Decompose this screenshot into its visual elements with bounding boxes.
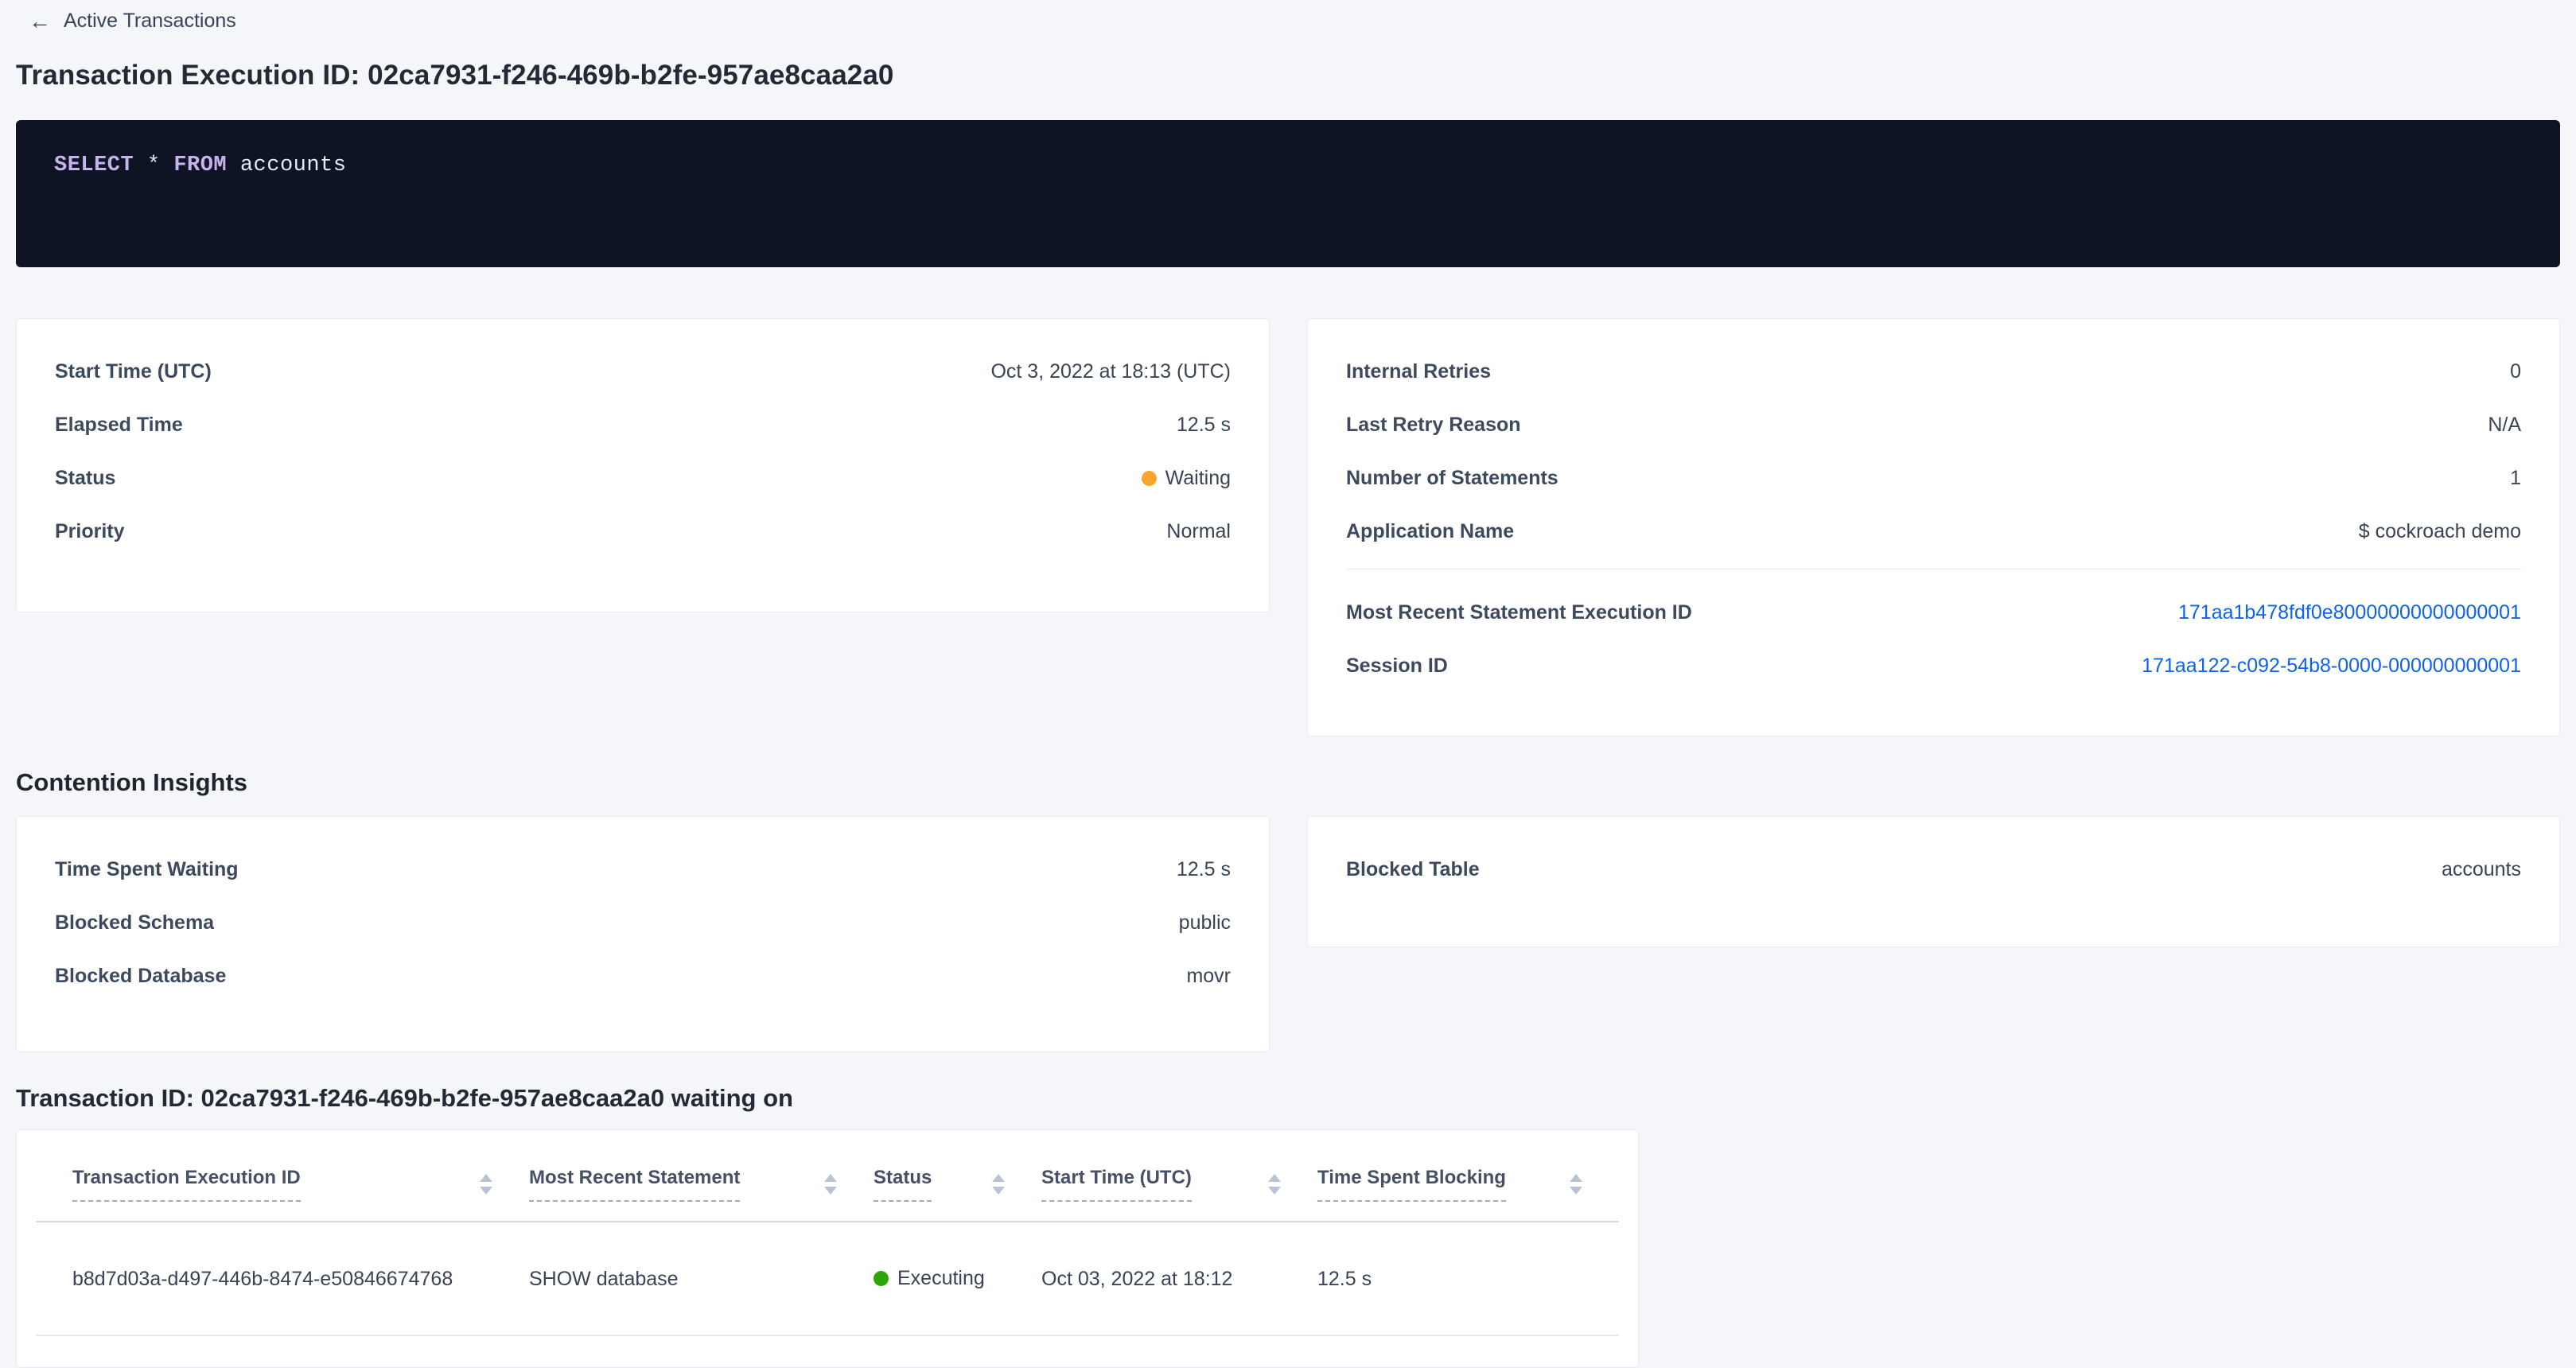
column-header-most-recent-statement[interactable]: Most Recent Statement (529, 1130, 874, 1222)
summary-row-elapsed-time: Elapsed Time 12.5 s (55, 409, 1231, 441)
summary-row-session-id: Session ID 171aa122-c092-54b8-0000-00000… (1346, 650, 2521, 682)
summary-cards-row: Start Time (UTC) Oct 3, 2022 at 18:13 (U… (16, 318, 2560, 736)
column-header-label: Status (874, 1167, 932, 1202)
cell-transaction-execution-id: b8d7d03a-d497-446b-8474-e50846674768 (36, 1222, 529, 1335)
contention-row-blocked-database: Blocked Database movr (55, 960, 1231, 992)
column-header-label: Start Time (UTC) (1041, 1167, 1192, 1202)
sql-keyword-select: SELECT (54, 154, 134, 177)
waiting-on-heading: Transaction ID: 02ca7931-f246-469b-b2fe-… (16, 1084, 2560, 1113)
cell-most-recent-statement: SHOW database (529, 1222, 874, 1335)
table-row: b8d7d03a-d497-446b-8474-e50846674768 SHO… (36, 1222, 1619, 1335)
sort-arrows-icon[interactable] (1268, 1174, 1281, 1195)
session-id-link[interactable]: 171aa122-c092-54b8-0000-000000000001 (2142, 655, 2521, 678)
number-of-statements-label: Number of Statements (1346, 467, 1558, 490)
column-header-label: Transaction Execution ID (72, 1167, 301, 1202)
blocked-schema-value: public (1179, 911, 1231, 935)
summary-row-internal-retries: Internal Retries 0 (1346, 356, 2521, 387)
summary-card-right: Internal Retries 0 Last Retry Reason N/A… (1307, 318, 2560, 736)
blocked-table-value: accounts (2442, 858, 2521, 881)
internal-retries-label: Internal Retries (1346, 360, 1491, 383)
status-value: Waiting (1142, 467, 1231, 490)
cell-start-time: Oct 03, 2022 at 18:12 (1041, 1222, 1317, 1335)
contention-insights-heading: Contention Insights (16, 768, 2560, 797)
last-retry-reason-label: Last Retry Reason (1346, 414, 1521, 437)
time-spent-waiting-value: 12.5 s (1177, 858, 1231, 881)
priority-value: Normal (1166, 520, 1231, 543)
summary-row-statement-execution-id: Most Recent Statement Execution ID 171aa… (1346, 597, 2521, 628)
priority-label: Priority (55, 520, 125, 543)
column-header-transaction-execution-id[interactable]: Transaction Execution ID (36, 1130, 529, 1222)
elapsed-time-label: Elapsed Time (55, 414, 183, 437)
sort-arrows-icon[interactable] (992, 1174, 1005, 1195)
statement-execution-id-link[interactable]: 171aa1b478fdf0e80000000000000001 (2178, 601, 2521, 624)
contention-card-left: Time Spent Waiting 12.5 s Blocked Schema… (16, 816, 1270, 1052)
summary-row-start-time: Start Time (UTC) Oct 3, 2022 at 18:13 (U… (55, 356, 1231, 387)
active-transaction-details-page: ← Active Transactions Transaction Execut… (0, 0, 2576, 1368)
blocked-database-label: Blocked Database (55, 965, 226, 988)
application-name-value: $ cockroach demo (2359, 520, 2521, 543)
number-of-statements-value: 1 (2510, 467, 2521, 490)
sort-arrows-icon[interactable] (1570, 1174, 1582, 1195)
sort-arrows-icon[interactable] (824, 1174, 837, 1195)
summary-row-status: Status Waiting (55, 462, 1231, 494)
summary-card-left: Start Time (UTC) Oct 3, 2022 at 18:13 (U… (16, 318, 1270, 612)
waiting-on-table: Transaction Execution ID Most Recent Sta… (36, 1130, 1619, 1336)
breadcrumb-label: Active Transactions (64, 10, 236, 33)
cell-status: Executing (874, 1222, 1041, 1335)
summary-row-priority: Priority Normal (55, 515, 1231, 547)
back-arrow-icon: ← (29, 10, 51, 33)
summary-row-application-name: Application Name $ cockroach demo (1346, 515, 2521, 547)
column-header-label: Time Spent Blocking (1317, 1167, 1506, 1202)
back-link-active-transactions[interactable]: ← Active Transactions (29, 10, 236, 33)
contention-row-blocked-schema: Blocked Schema public (55, 907, 1231, 939)
cell-status-text: Executing (897, 1267, 985, 1290)
summary-row-last-retry-reason: Last Retry Reason N/A (1346, 409, 2521, 441)
contention-row-time-spent-waiting: Time Spent Waiting 12.5 s (55, 853, 1231, 885)
statement-execution-id-label: Most Recent Statement Execution ID (1346, 601, 1692, 624)
contention-card-right: Blocked Table accounts (1307, 816, 2560, 947)
sql-keyword-from: FROM (173, 154, 227, 177)
page-title: Transaction Execution ID: 02ca7931-f246-… (16, 60, 2560, 91)
status-label: Status (55, 467, 115, 490)
waiting-status-dot-icon (1142, 471, 1157, 486)
column-header-start-time[interactable]: Start Time (UTC) (1041, 1130, 1317, 1222)
sort-arrows-icon[interactable] (480, 1174, 492, 1195)
executing-status-dot-icon (874, 1271, 889, 1286)
blocked-database-value: movr (1186, 965, 1231, 988)
sql-star-operator: * (147, 154, 161, 177)
last-retry-reason-value: N/A (2488, 414, 2521, 437)
application-name-label: Application Name (1346, 520, 1514, 543)
elapsed-time-value: 12.5 s (1177, 414, 1231, 437)
internal-retries-value: 0 (2510, 360, 2521, 383)
contention-cards-row: Time Spent Waiting 12.5 s Blocked Schema… (16, 816, 2560, 1052)
column-header-label: Most Recent Statement (529, 1167, 740, 1202)
sql-table-identifier: accounts (240, 154, 347, 177)
cell-time-spent-blocking: 12.5 s (1317, 1222, 1619, 1335)
blocked-schema-label: Blocked Schema (55, 911, 214, 935)
contention-row-blocked-table: Blocked Table accounts (1346, 853, 2521, 885)
column-header-status[interactable]: Status (874, 1130, 1041, 1222)
session-id-label: Session ID (1346, 655, 1448, 678)
sql-statement-box: SELECT * FROM accounts (16, 120, 2560, 267)
summary-row-number-of-statements: Number of Statements 1 (1346, 462, 2521, 494)
blocked-table-label: Blocked Table (1346, 858, 1480, 881)
column-header-time-spent-blocking[interactable]: Time Spent Blocking (1317, 1130, 1619, 1222)
table-header-row: Transaction Execution ID Most Recent Sta… (36, 1130, 1619, 1222)
start-time-label: Start Time (UTC) (55, 360, 212, 383)
waiting-on-table-card: Transaction Execution ID Most Recent Sta… (16, 1129, 1639, 1368)
status-text: Waiting (1165, 467, 1231, 490)
time-spent-waiting-label: Time Spent Waiting (55, 858, 239, 881)
start-time-value: Oct 3, 2022 at 18:13 (UTC) (990, 360, 1231, 383)
